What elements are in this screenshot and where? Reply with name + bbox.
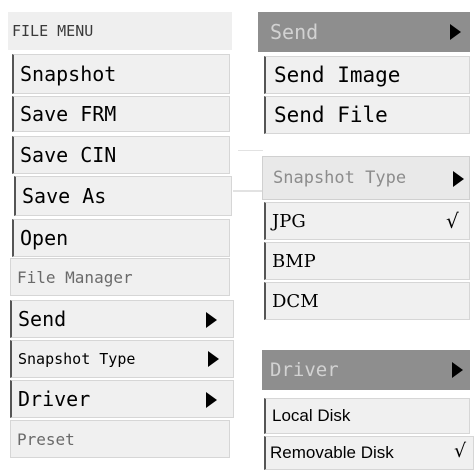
menu-item-preset[interactable]: Preset <box>10 420 230 458</box>
menu-item-label: Preset <box>17 429 75 449</box>
triangle-right-icon <box>208 351 219 367</box>
send-submenu-header: Send <box>258 12 470 52</box>
check-icon: √ <box>454 440 467 462</box>
menu-item-snapshot[interactable]: Snapshot <box>12 54 230 94</box>
menu-item-label: Save FRM <box>20 102 117 126</box>
file-menu-title: FILE MENU <box>8 12 232 50</box>
check-icon: √ <box>446 209 459 233</box>
triangle-right-icon <box>453 171 464 187</box>
menu-item-jpg[interactable]: JPG √ <box>264 202 470 240</box>
menu-item-save-as[interactable]: Save As <box>14 176 232 216</box>
send-submenu: Send Send Image Send File <box>258 12 476 136</box>
connector-line <box>238 150 263 151</box>
file-menu-title-label: FILE MENU <box>12 22 94 40</box>
menu-item-label: Send File <box>274 103 388 127</box>
driver-submenu: Driver Local Disk Removable Disk √ <box>258 346 476 470</box>
menu-item-save-frm[interactable]: Save FRM <box>12 96 230 132</box>
menu-item-label: Removable Disk <box>270 443 394 462</box>
menu-item-label: JPG <box>272 210 306 232</box>
menu-item-label: BMP <box>272 250 316 272</box>
triangle-right-icon <box>206 312 217 328</box>
menu-item-label: DCM <box>272 290 319 312</box>
menu-item-label: Send <box>18 307 67 331</box>
menu-item-open[interactable]: Open <box>12 219 230 257</box>
menu-item-dcm[interactable]: DCM <box>264 282 470 320</box>
menu-item-removable-disk[interactable]: Removable Disk √ <box>264 436 474 470</box>
driver-submenu-header: Driver <box>262 350 470 390</box>
snapshot-type-submenu-title: Snapshot Type <box>273 168 407 188</box>
menu-item-label: Save As <box>22 184 107 208</box>
menu-item-send-file[interactable]: Send File <box>264 96 470 134</box>
menu-item-file-manager[interactable]: File Manager <box>10 258 230 296</box>
menu-item-label: Send Image <box>274 63 401 87</box>
menu-item-send-image[interactable]: Send Image <box>264 56 470 94</box>
driver-submenu-title: Driver <box>270 359 339 381</box>
menu-item-driver[interactable]: Driver <box>10 380 234 418</box>
menu-item-label: Open <box>20 226 69 250</box>
menu-item-save-cin[interactable]: Save CIN <box>12 136 230 174</box>
menu-item-label: Save CIN <box>20 143 117 167</box>
menu-item-label: File Manager <box>17 267 133 287</box>
menu-item-local-disk[interactable]: Local Disk <box>264 398 470 434</box>
send-submenu-title: Send <box>270 20 319 44</box>
menu-item-snapshot-type[interactable]: Snapshot Type <box>10 340 234 378</box>
menu-item-label: Driver <box>18 387 91 411</box>
file-menu: FILE MENU Snapshot Save FRM Save CIN Sav… <box>0 0 238 470</box>
menu-item-send[interactable]: Send <box>10 300 234 338</box>
triangle-right-icon <box>450 24 461 40</box>
menu-item-label: Snapshot Type <box>18 350 136 368</box>
triangle-right-icon <box>452 362 463 378</box>
triangle-right-icon <box>206 392 217 408</box>
menu-item-label: Local Disk <box>272 406 351 425</box>
menu-item-bmp[interactable]: BMP <box>264 242 470 280</box>
snapshot-type-submenu: Snapshot Type JPG √ BMP DCM <box>258 152 476 324</box>
snapshot-type-submenu-header: Snapshot Type <box>262 156 470 200</box>
menu-item-label: Snapshot <box>20 62 117 86</box>
